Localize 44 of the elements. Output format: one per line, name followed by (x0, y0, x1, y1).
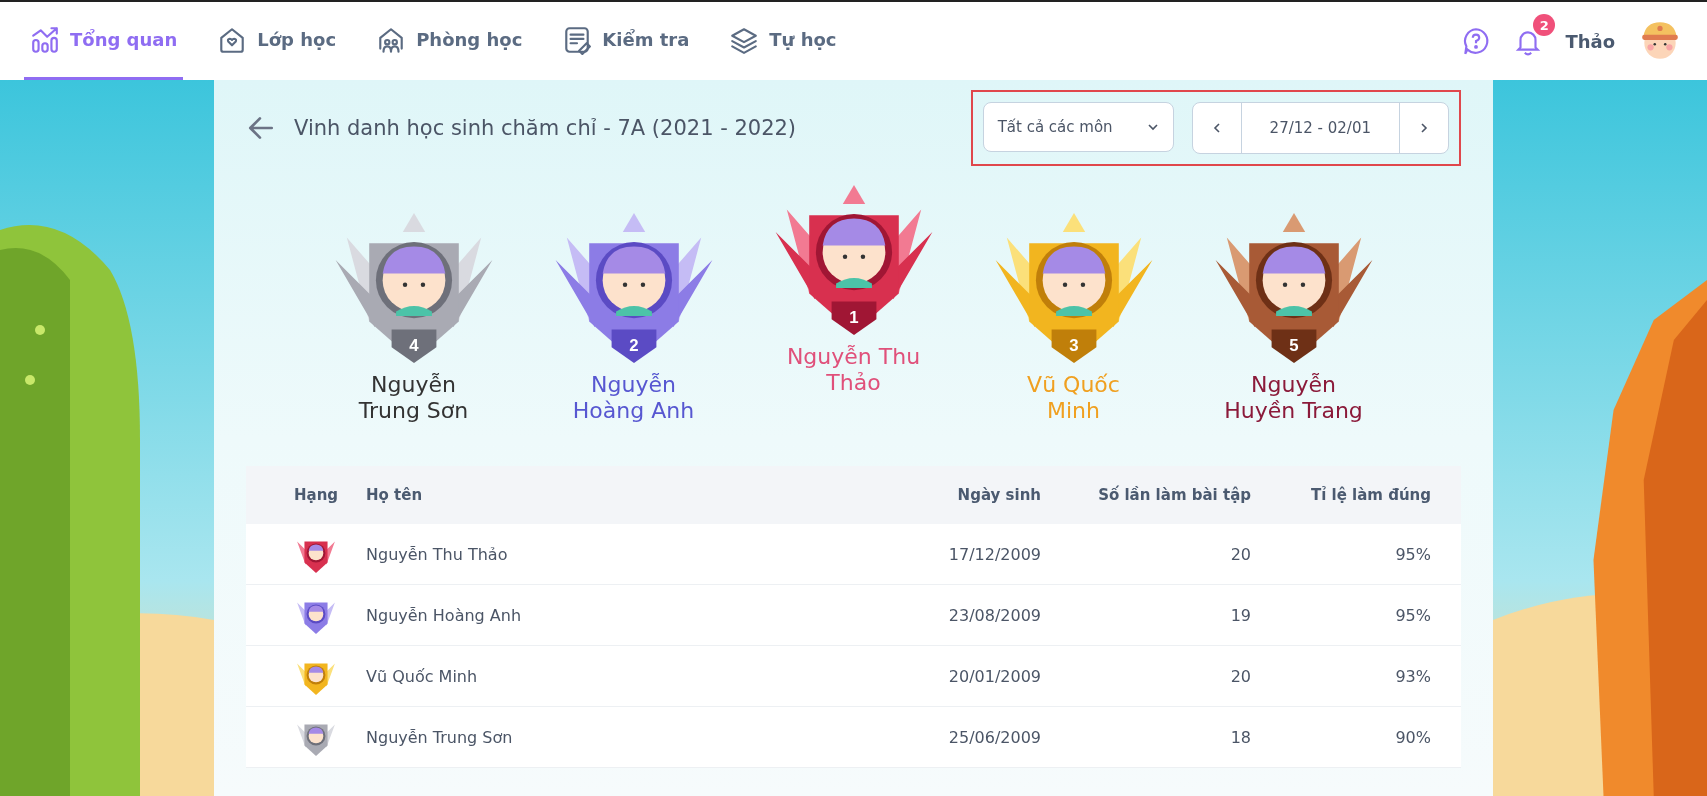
nav-tab[interactable]: Lớp học (211, 2, 343, 80)
user-name: Thảo (1565, 30, 1615, 52)
column-header: Họ tên (366, 486, 424, 504)
table-cell-text: Nguyễn Trung Sơn (366, 727, 514, 747)
nav-tab[interactable]: Tự học (723, 2, 843, 80)
subject-select[interactable]: Tất cả các môn (982, 102, 1174, 152)
table-cell-text: Nguyễn Thu Thảo (366, 544, 509, 564)
column-header: Tỉ lệ làm đúng (1309, 486, 1431, 504)
table-cell-text: Nguyễn Hoàng Anh (366, 605, 523, 625)
student-name: Nguyễn Trung Sơn (357, 372, 470, 425)
column-header: Số lần làm bài tập (1097, 486, 1251, 504)
table-cell-text: 95% (1394, 605, 1431, 625)
column-header: Ngày sinh (956, 486, 1041, 504)
table-cell-text: 93% (1394, 666, 1431, 686)
rank-number: 4 (408, 335, 419, 355)
table-cell-text: 23/08/2009 (947, 605, 1041, 625)
student-name: Vũ Quốc Minh (1026, 372, 1121, 425)
checklist-icon (562, 24, 593, 55)
student-name: Nguyễn Hoàng Anh (571, 372, 696, 425)
table-cell-text: 20 (1229, 666, 1251, 686)
table-cell-text: 19 (1229, 605, 1251, 625)
table-cell-text: 25/06/2009 (947, 727, 1041, 747)
table-cell-text: 95% (1394, 544, 1431, 564)
table-cell-text: 17/12/2009 (947, 544, 1041, 564)
table-cell-text: Vũ Quốc Minh (366, 666, 479, 686)
notification-badge: 2 (1533, 14, 1556, 36)
chevron-right-icon (1418, 122, 1430, 134)
table-cell-text: 20/01/2009 (947, 666, 1041, 686)
chevron-down-icon (1146, 121, 1159, 133)
table-cell-text: 90% (1394, 727, 1431, 747)
table-cell-text: 20 (1229, 544, 1251, 564)
page-title: Vinh danh học sinh chăm chỉ - 7A (2021 - 2022) (294, 116, 797, 140)
student-name: Nguyễn Huyền Trang (1223, 372, 1364, 425)
nav-tab[interactable]: Kiểm tra (556, 2, 696, 80)
rank-number: 3 (1068, 335, 1079, 355)
column-header: Hạng (292, 486, 340, 504)
rank-number: 1 (848, 307, 859, 327)
chart-icon (30, 24, 60, 55)
rank-number: 2 (628, 335, 639, 355)
nav-tab[interactable]: Phòng học (370, 2, 529, 80)
rank-number: 5 (1288, 335, 1299, 355)
table-cell-text: 18 (1229, 727, 1251, 747)
week-range: 27/12 - 02/01 (1240, 103, 1400, 153)
student-name: Nguyễn Thu Thảo (785, 344, 922, 397)
